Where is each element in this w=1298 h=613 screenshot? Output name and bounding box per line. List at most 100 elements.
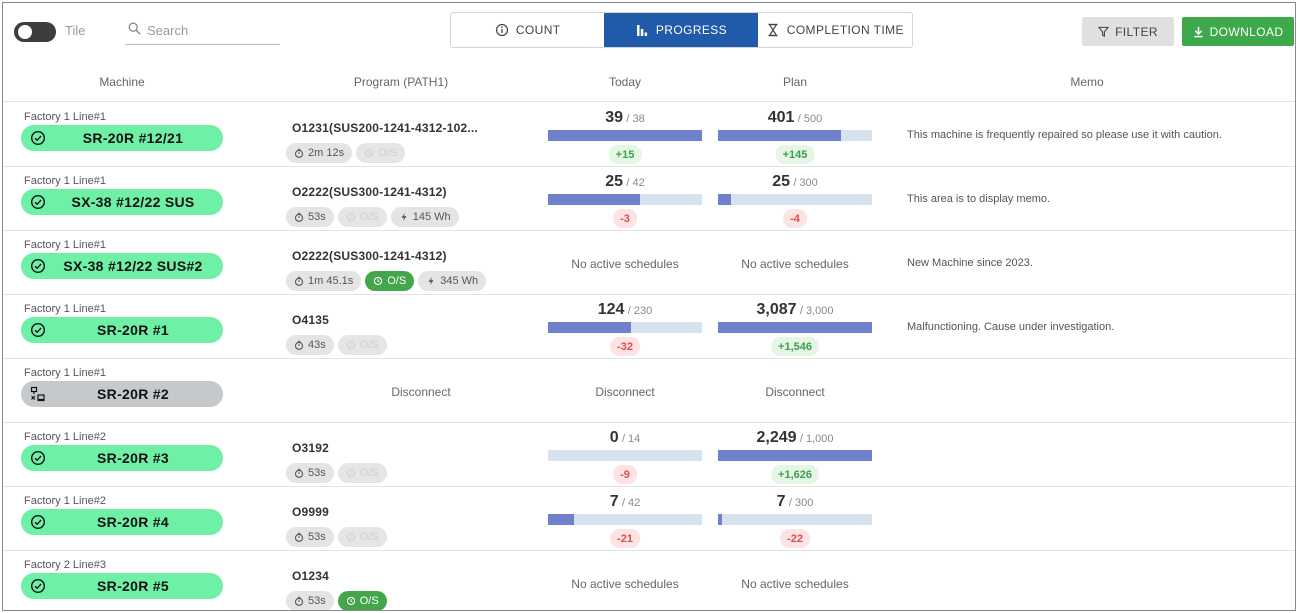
today-progress-fill (548, 130, 702, 141)
lightning-icon (401, 212, 407, 222)
energy-chip: 345 Wh (418, 271, 487, 291)
plan-progress-fill (718, 514, 722, 525)
machine-name: SX-38 #12/22 SUS#2 (63, 258, 203, 274)
today-progress-bar (548, 194, 702, 205)
plan-target: / 300 (793, 177, 818, 189)
check-circle-icon (30, 130, 46, 146)
tile-label: Tile (65, 23, 86, 38)
tile-toggle[interactable] (14, 22, 56, 42)
check-circle-icon (30, 450, 46, 466)
os-chip[interactable]: O/S (337, 463, 387, 483)
table-row[interactable]: Factory 2 Line#3 SR-20R #5 O1234 53s O/S No a… (3, 551, 1295, 610)
today-target: / 230 (627, 305, 653, 317)
today-target: / 42 (621, 497, 641, 509)
factory-line-label: Factory 1 Line#1 (24, 367, 106, 379)
program-chips: 2m 12s O/S (286, 143, 406, 163)
factory-line-label: Factory 1 Line#2 (24, 495, 106, 507)
filter-label: FILTER (1115, 24, 1158, 39)
os-icon (346, 212, 355, 222)
cycle-time-value: 1m 45.1s (308, 275, 354, 287)
table-row[interactable]: Factory 1 Line#2 SR-20R #3 O3192 53s O/S 0 / … (3, 423, 1295, 487)
table-row[interactable]: Factory 1 Line#1 SR-20R #12/21 O1231(SUS20… (3, 103, 1295, 167)
os-chip[interactable]: O/S (337, 527, 387, 547)
check-circle-icon (30, 578, 46, 594)
plan-count: 25 (772, 173, 790, 190)
plan-progress-fill (718, 322, 872, 333)
machine-name: SR-20R #3 (97, 450, 169, 466)
cycle-time-value: 43s (308, 339, 326, 351)
cycle-time-chip: 53s (286, 463, 334, 483)
tab-progress-label: PROGRESS (655, 23, 728, 37)
os-chip[interactable]: O/S (337, 335, 387, 355)
table-row[interactable]: Factory 1 Line#1 SR-20R #1 O4135 43s O/S 124 … (3, 295, 1295, 359)
factory-line-label: Factory 1 Line#2 (24, 431, 106, 443)
table-row[interactable]: Factory 1 Line#2 SR-20R #4 O9999 53s O/S 7 / … (3, 487, 1295, 551)
machine-pill[interactable]: SR-20R #4 (21, 509, 223, 535)
download-label: DOWNLOAD (1209, 24, 1284, 39)
program-chips: 53s O/S (286, 591, 387, 610)
program-chips: 53s O/S (286, 527, 387, 547)
column-header-memo[interactable]: Memo (903, 75, 1271, 89)
memo-text: Malfunctioning. Cause under investigatio… (907, 321, 1115, 333)
os-icon (364, 148, 374, 158)
table-row[interactable]: Factory 1 Line#1 SR-20R #2 Disconnect Disco… (3, 359, 1295, 423)
today-progress: 7 / 42 -21 (548, 493, 702, 549)
column-header-program[interactable]: Program (PATH1) (286, 75, 516, 89)
tab-count-label: COUNT (515, 23, 561, 37)
plan-numbers: 7 / 300 (718, 493, 872, 511)
os-icon (346, 468, 355, 478)
today-diff-badge: -32 (610, 337, 640, 356)
column-header-machine[interactable]: Machine (21, 75, 223, 89)
machine-pill[interactable]: SR-20R #2 (21, 381, 223, 407)
today-numbers: 7 / 42 (548, 493, 702, 511)
column-header-plan[interactable]: Plan (718, 75, 872, 89)
machine-pill[interactable]: SR-20R #3 (21, 445, 223, 471)
check-circle-icon (30, 258, 46, 274)
os-icon (346, 596, 355, 606)
os-chip[interactable]: O/S (356, 143, 406, 163)
plan-progress: 2,249 / 1,000 +1,626 (718, 429, 872, 485)
os-chip[interactable]: O/S (337, 591, 387, 610)
machine-pill[interactable]: SX-38 #12/22 SUS#2 (21, 253, 223, 279)
plan-numbers: 25 / 300 (718, 173, 872, 191)
today-count: 25 (605, 173, 624, 190)
today-progress-fill (548, 194, 640, 205)
plan-count: 3,087 (756, 301, 797, 318)
os-chip[interactable]: O/S (365, 271, 415, 291)
program-name: O2222(SUS300-1241-4312) (292, 185, 447, 199)
column-header-today[interactable]: Today (548, 75, 702, 89)
today-diff-badge: -21 (610, 529, 640, 548)
factory-line-label: Factory 1 Line#1 (24, 303, 106, 315)
plan-status: Disconnect (765, 385, 825, 399)
download-icon (1193, 26, 1203, 37)
machine-pill[interactable]: SR-20R #1 (21, 317, 223, 343)
machine-pill[interactable]: SR-20R #12/21 (21, 125, 223, 151)
plan-target: / 1,000 (799, 433, 834, 445)
machine-pill[interactable]: SX-38 #12/22 SUS (21, 189, 223, 215)
machine-pill[interactable]: SR-20R #5 (21, 573, 223, 599)
program-chips: 53s O/S (286, 463, 387, 483)
tab-completion-time[interactable]: COMPLETION TIME (758, 13, 912, 47)
stopwatch-icon (294, 532, 304, 542)
today-target: / 14 (621, 433, 641, 445)
plan-count: 2,249 (756, 429, 797, 446)
search-input[interactable] (147, 19, 275, 41)
today-diff-badge: +15 (608, 145, 642, 164)
tab-count[interactable]: COUNT (451, 13, 604, 47)
filter-icon (1098, 26, 1110, 37)
os-icon (374, 276, 383, 286)
filter-button[interactable]: FILTER (1082, 17, 1174, 46)
today-count: 124 (597, 301, 625, 318)
memo-text: This machine is frequently repaired so p… (907, 129, 1222, 141)
today-progress-bar (548, 450, 702, 461)
lightning-icon (428, 276, 434, 286)
tab-progress[interactable]: PROGRESS (604, 13, 758, 47)
program-name: O2222(SUS300-1241-4312) (292, 249, 447, 263)
today-progress-fill (548, 514, 574, 525)
program-chips: 1m 45.1s O/S 345 Wh (286, 271, 487, 291)
os-chip[interactable]: O/S (337, 207, 387, 227)
download-button[interactable]: DOWNLOAD (1182, 17, 1294, 46)
table-row[interactable]: Factory 1 Line#1 SX-38 #12/22 SUS O2222(SU… (3, 167, 1295, 231)
stopwatch-icon (294, 340, 304, 350)
table-row[interactable]: Factory 1 Line#1 SX-38 #12/22 SUS#2 O2222(… (3, 231, 1295, 295)
